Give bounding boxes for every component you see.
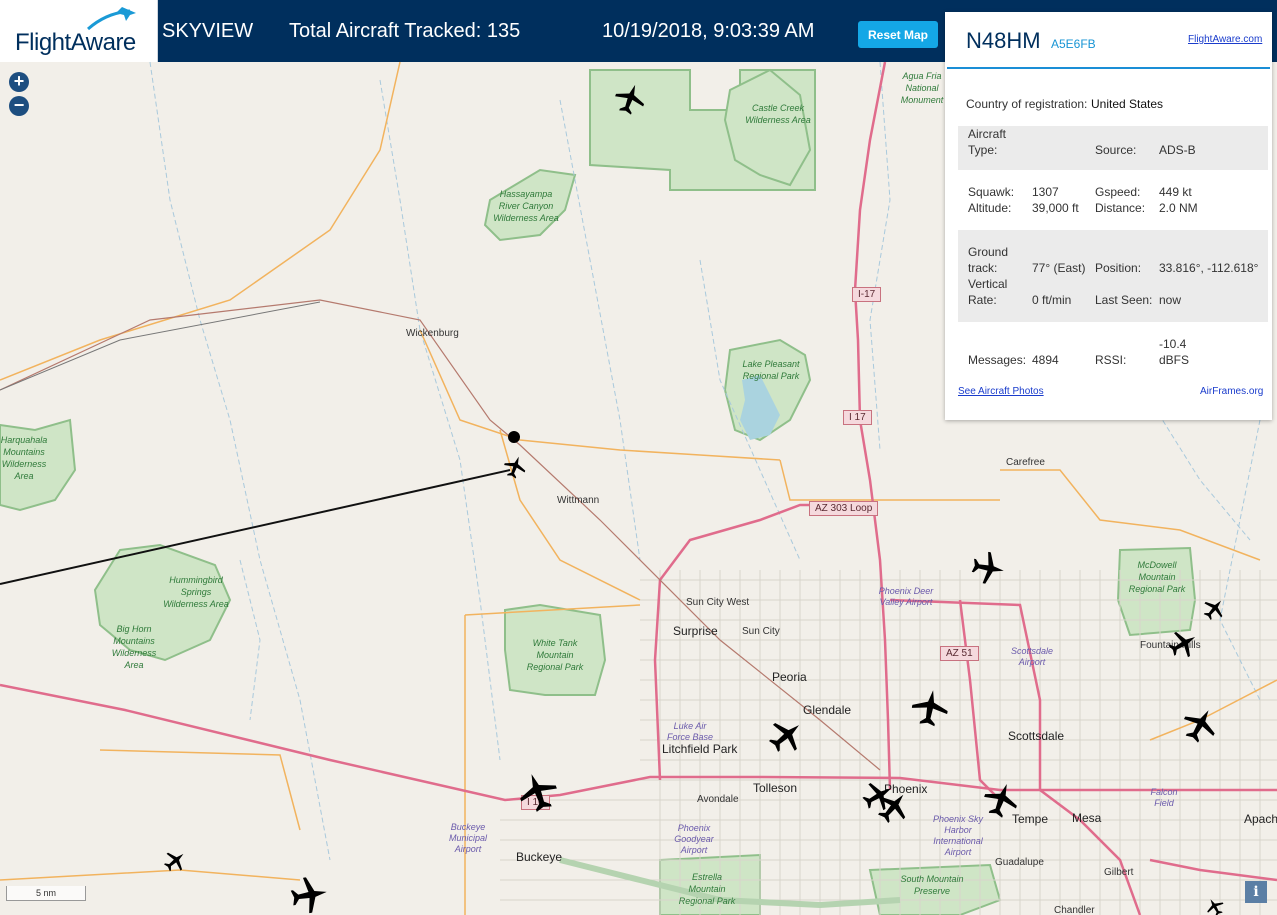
panel-group-squawk: Squawk: 1307 Gspeed: 449 kt Altitude: 39… (958, 184, 1268, 220)
park-label: Harquahala Mountains Wilderness Area (0, 435, 48, 481)
city-label: Apache (1244, 812, 1277, 826)
panel-group-type: Aircraft Type: Source: ADS-B (958, 126, 1268, 170)
park-label: Hummingbird Springs Wilderness Area (163, 575, 229, 609)
panel-group-track: Ground track: 77° (East) Position: 33.81… (958, 230, 1268, 322)
info-button[interactable]: i (1245, 881, 1267, 903)
zoom-in-button[interactable]: + (9, 72, 29, 92)
skyview-title: SKYVIEW (162, 20, 254, 42)
highway-shield: AZ 303 Loop (809, 501, 879, 516)
gspeed-label: Gspeed: (1095, 185, 1141, 199)
airport-label: Falcon Field (1150, 787, 1178, 808)
messages-label: Messages: (968, 353, 1027, 367)
panel-divider (947, 67, 1270, 69)
city-label: Surprise (673, 624, 718, 638)
town-label: Gilbert (1104, 867, 1134, 878)
scale-bar: 5 nm (6, 886, 86, 901)
park-label: Castle Creek Wilderness Area (745, 103, 811, 125)
messages-value: 4894 (1032, 353, 1059, 367)
aircraft-ident: N48HM (966, 28, 1041, 53)
city-label: Litchfield Park (662, 742, 738, 756)
distance-value: 2.0 NM (1159, 201, 1198, 215)
altitude-label: Altitude: (968, 201, 1012, 215)
logo-text: FlightAware (15, 29, 136, 56)
city-label: Tempe (1012, 812, 1049, 826)
country-value: United States (1091, 97, 1164, 111)
park-label: Estrella Mountain Regional Park (678, 872, 736, 906)
position-value: 33.816°, -112.618° (1159, 261, 1259, 275)
see-aircraft-photos-link[interactable]: See Aircraft Photos (958, 386, 1044, 397)
town-label: Sun City West (686, 597, 750, 608)
park-label: Agua Fria National Monument (900, 71, 944, 105)
aircraft-marker[interactable] (288, 874, 330, 915)
town-label: Carefree (1006, 457, 1045, 468)
town-label: Sun City (742, 626, 780, 637)
park-label: South Mountain Preserve (900, 874, 964, 896)
squawk-value: 1307 (1032, 185, 1059, 199)
squawk-label: Squawk: (968, 185, 1015, 199)
town-label: Guadalupe (995, 857, 1044, 868)
airplane-icon (971, 551, 1004, 584)
airport-label: Phoenix Deer Valley Airport (878, 586, 934, 607)
park-label: McDowell Mountain Regional Park (1128, 560, 1186, 594)
reset-map-button[interactable]: Reset Map (858, 21, 938, 48)
zoom-out-button[interactable]: − (9, 96, 29, 116)
airport-label: Buckeye Municipal Airport (448, 822, 488, 854)
aircraft-hex-code: A5E6FB (1051, 37, 1096, 51)
rssi-value: -10.4 dBFS (1159, 337, 1190, 367)
source-value: ADS-B (1159, 143, 1196, 157)
city-label: Buckeye (516, 850, 563, 864)
aircraft-marker[interactable] (909, 687, 951, 729)
selected-aircraft-track (0, 469, 511, 585)
total-aircraft-tracked: Total Aircraft Tracked: 135 (289, 20, 521, 42)
highway-shield: I 17 (843, 410, 872, 425)
last-seen-value: now (1159, 293, 1182, 307)
position-label: Position: (1095, 261, 1142, 275)
source-label: Source: (1095, 143, 1137, 157)
flightaware-link[interactable]: FlightAware.com (1188, 34, 1262, 45)
receiver-location-marker (508, 431, 520, 443)
gspeed-value: 449 kt (1159, 185, 1192, 199)
flightaware-logo[interactable]: FlightAware (0, 0, 158, 62)
altitude-value: 39,000 ft (1032, 201, 1079, 215)
town-label: Wickenburg (406, 328, 459, 339)
town-label: Avondale (697, 794, 739, 805)
ground-track-label: Ground track: (968, 245, 1009, 275)
highway-shield: AZ 51 (940, 646, 979, 661)
city-label: Glendale (803, 703, 852, 717)
city-label: Peoria (772, 670, 807, 684)
vertical-rate-value: 0 ft/min (1032, 293, 1072, 307)
airport-label: Luke Air Force Base (666, 721, 714, 742)
park-label: Lake Pleasant Regional Park (742, 359, 800, 381)
park-label: Big Horn Mountains Wilderness Area (111, 624, 157, 670)
vertical-rate-label: Vertical Rate: (968, 277, 1008, 307)
park-label: White Tank Mountain Regional Park (526, 638, 584, 672)
rssi-label: RSSI: (1095, 353, 1127, 367)
last-seen-label: Last Seen: (1095, 293, 1153, 307)
town-label: Chandler (1054, 905, 1095, 915)
panel-group-messages: Messages: 4894 RSSI: -10.4 dBFS (958, 336, 1268, 372)
highway-shield: I-17 (852, 287, 882, 302)
airplane-icon (290, 877, 327, 914)
aircraft-marker[interactable] (969, 549, 1006, 586)
distance-label: Distance: (1095, 201, 1146, 215)
airport-label: Phoenix Goodyear Airport (674, 823, 714, 855)
town-label: Wittmann (557, 495, 600, 506)
airplane-icon (911, 690, 948, 727)
airport-label: Phoenix Sky Harbor International Airport (932, 814, 984, 857)
aircraft-detail-panel: N48HM A5E6FB FlightAware.com Country of … (945, 12, 1272, 420)
power-line (0, 301, 321, 391)
park-label: Hassayampa River Canyon Wilderness Area (493, 189, 559, 223)
airframes-link[interactable]: AirFrames.org (1200, 386, 1263, 397)
ground-track-value: 77° (East) (1032, 261, 1086, 275)
country-label: Country of registration: (966, 97, 1088, 111)
current-datetime: 10/19/2018, 9:03:39 AM (602, 20, 815, 42)
city-label: Tolleson (753, 781, 798, 795)
city-label: Scottsdale (1008, 729, 1065, 743)
airport-label: Scottsdale Airport (1010, 646, 1054, 667)
city-label: Mesa (1072, 811, 1102, 825)
aircraft-type-label: Aircraft Type: (968, 127, 1007, 157)
